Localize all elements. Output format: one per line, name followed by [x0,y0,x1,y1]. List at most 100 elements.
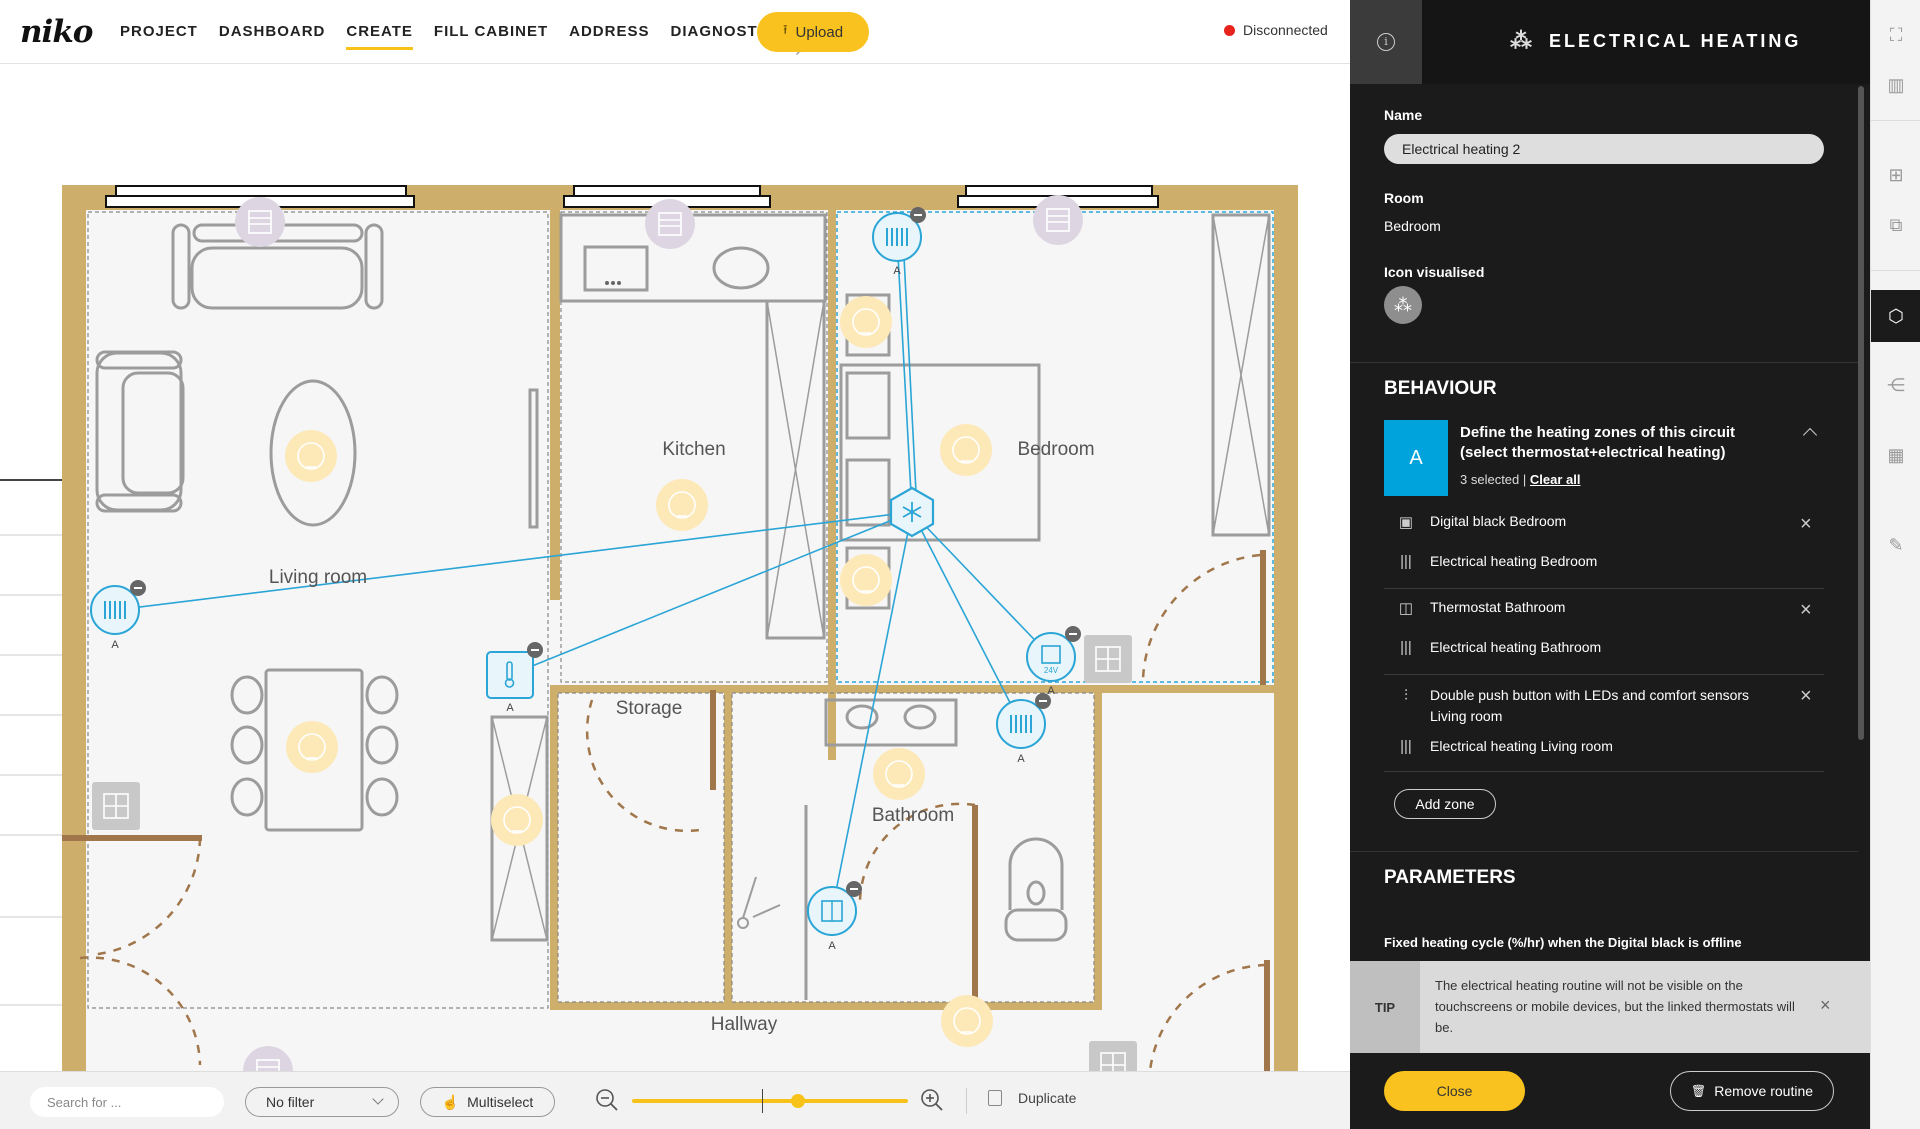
zone-heating-row: ||| Electrical heating Living room [1396,738,1613,755]
electrical-heating-routine-node[interactable] [889,486,935,538]
nav-create[interactable]: CREATE [346,0,413,64]
heating-icon-visualised[interactable]: ⁂ [1384,286,1422,324]
duplicate-label: Duplicate [1018,1090,1077,1106]
shapes-icon[interactable]: ⧉ [1871,200,1920,250]
zone-separator [1384,771,1824,772]
close-tip-icon[interactable]: × [1820,995,1831,1016]
map-icon[interactable]: ▥ [1871,60,1920,110]
tip-box: TIP The electrical heating routine will … [1350,961,1870,1053]
zone-badge: A [1384,420,1448,496]
tip-text: The electrical heating routine will not … [1435,978,1795,1035]
fullscreen-icon[interactable]: ⛶ [1871,10,1920,60]
nav-address[interactable]: ADDRESS [569,0,649,64]
panel-title-text: ELECTRICAL HEATING [1549,30,1802,51]
tools-icon[interactable]: ✎ [1871,520,1920,570]
panel-header: i ⁂ ELECTRICAL HEATING [1350,0,1870,84]
name-label: Name [1384,107,1423,123]
zoom-out-icon[interactable] [595,1088,619,1112]
floorplan-svg: 24V A A A A A A Living room Kitchen Bedr… [0,185,1298,1071]
radiator-icon: ||| [1400,738,1412,755]
upload-icon: ⭱ [782,22,788,37]
niko-logo[interactable]: niko [20,14,93,50]
zone-thermostat-row: ◫ Thermostat Bathroom [1396,599,1565,617]
chevron-up-icon[interactable] [1802,427,1818,443]
zone-thermostat-row: ⫶ Double push button with LEDs and comfo… [1396,685,1766,727]
zone-selected-count: 3 selected | [1460,472,1527,487]
zone-thermostat-label: Digital black Bedroom [1430,513,1567,529]
add-device-icon[interactable]: ⊞ [1871,150,1920,200]
remove-zone-icon[interactable]: × [1800,514,1812,534]
radiator-icon: ||| [1400,553,1412,570]
radiator-icon: ||| [1400,639,1412,656]
heating-icon: ⁂ [1510,28,1535,53]
zoom-slider-thumb[interactable] [790,1094,805,1108]
close-button[interactable]: Close [1384,1071,1525,1111]
zone-selection-summary: 3 selected | Clear all [1460,472,1580,487]
app-root: niko PROJECT DASHBOARD CREATE FILL CABIN… [0,0,1920,1129]
zoom-slider-center-mark [762,1089,763,1113]
calendar-icon[interactable]: ▦ [1871,430,1920,480]
duplicate-button[interactable]: Duplicate [988,1090,1076,1106]
chevron-down-icon [372,1093,384,1105]
status-dot-icon [1224,24,1235,36]
main-nav: PROJECT DASHBOARD CREATE FILL CABINET AD… [120,0,825,82]
multiselect-button[interactable]: ☝ Multiselect [420,1087,555,1117]
room-label: Room [1384,190,1424,206]
bottom-toolbar: No filter ☝ Multiselect Duplicate [0,1071,1350,1129]
remove-zone-icon[interactable]: × [1800,686,1812,706]
nav-dashboard[interactable]: DASHBOARD [219,0,326,64]
info-button[interactable]: i [1350,0,1422,84]
panel-divider [1350,362,1858,363]
thermostat-icon: ◫ [1398,600,1414,617]
add-zone-button[interactable]: Add zone [1394,789,1496,819]
search-input[interactable] [30,1087,224,1117]
top-navigation: niko PROJECT DASHBOARD CREATE FILL CABIN… [0,0,1350,82]
rail-divider [1871,270,1920,271]
panel-divider [1350,851,1858,852]
trash-icon: 🗑 [1690,1084,1707,1098]
zone-separator [1384,588,1824,589]
upload-button[interactable]: ⭱ Upload [757,12,869,52]
zone-title: Define the heating zones of this circuit… [1460,424,1736,461]
icon-visualised-label: Icon visualised [1384,264,1485,280]
room-label-bathroom: Bathroom [872,805,954,826]
upload-label: Upload [795,23,844,41]
zone-heating-label: Electrical heating Bedroom [1430,553,1598,569]
room-label-living: Living room [269,567,367,588]
panel-scrollbar[interactable] [1858,86,1864,740]
floorplan-canvas[interactable]: 24V A A A A A A Living room Kitchen Bedr… [0,65,1350,1071]
rail-divider [1871,120,1920,121]
hand-pointer-icon: ☝ [441,1093,460,1110]
zoom-in-icon[interactable] [920,1088,944,1112]
multiselect-label: Multiselect [467,1094,534,1110]
clear-all-link[interactable]: Clear all [1530,472,1581,487]
zone-heating-label: Electrical heating Living room [1430,738,1613,754]
nav-project[interactable]: PROJECT [120,0,198,64]
nav-fill-cabinet[interactable]: FILL CABINET [434,0,548,64]
parameters-title: PARAMETERS [1384,867,1516,888]
room-label-kitchen: Kitchen [662,439,725,460]
zoom-slider[interactable] [632,1094,908,1108]
remove-zone-icon[interactable]: × [1800,600,1812,620]
zone-label-living: A [111,639,119,651]
panel-title: ⁂ ELECTRICAL HEATING [1510,28,1801,54]
connection-status-text: Disconnected [1243,22,1328,38]
digital-black-icon: ▣ [1398,514,1414,531]
routines-icon[interactable]: ⬡ [1871,290,1920,342]
toolbar-divider [966,1088,967,1114]
zone-label-bathroom-heater: A [1017,753,1025,765]
tip-label: TIP [1350,961,1420,1053]
zone-thermostat-label: Double push button with LEDs and comfort… [1430,687,1750,724]
behaviour-title: BEHAVIOUR [1384,378,1497,399]
comfort-sensor-icon: ⫶ [1404,687,1408,704]
fixed-heating-cycle-label: Fixed heating cycle (%/hr) when the Digi… [1384,935,1742,950]
zone-heating-row: ||| Electrical heating Bathroom [1396,639,1601,656]
connections-icon[interactable]: ⋲ [1871,360,1920,410]
remove-routine-button[interactable]: 🗑 Remove routine [1670,1071,1834,1111]
room-label-storage: Storage [616,698,683,719]
zone-label-button: A [506,702,514,714]
name-field[interactable] [1384,134,1824,164]
filter-select[interactable]: No filter [245,1087,399,1117]
zone-heating-row: ||| Electrical heating Bedroom [1396,553,1597,570]
filter-value: No filter [266,1094,315,1110]
